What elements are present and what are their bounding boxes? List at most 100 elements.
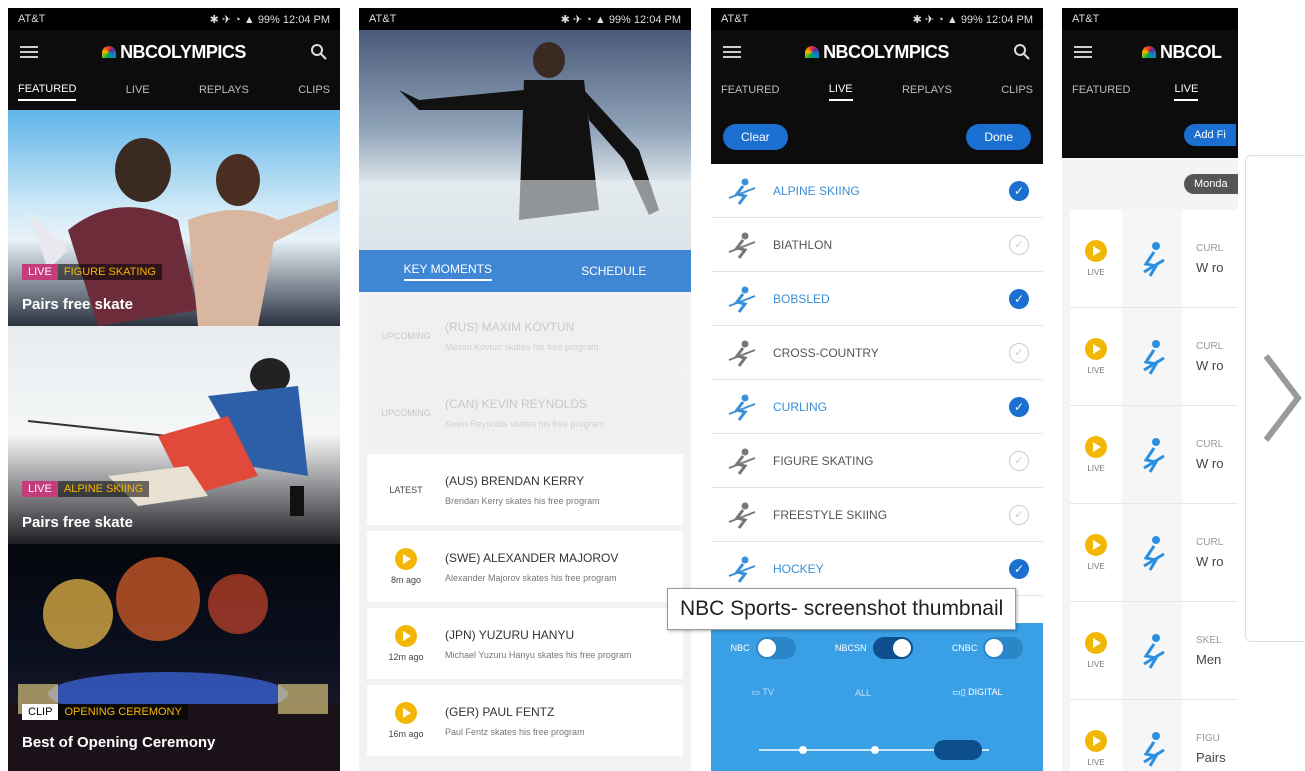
moment-row[interactable]: 12m ago (JPN) YUZURU HANYU Michael Yuzuru … bbox=[367, 608, 683, 679]
search-icon[interactable] bbox=[310, 43, 328, 61]
schedule-row[interactable]: LIVE CURL W ro bbox=[1070, 406, 1238, 504]
tab-key-moments[interactable]: KEY MOMENTS bbox=[403, 262, 492, 281]
schedule-row[interactable]: LIVE CURL W ro bbox=[1070, 504, 1238, 602]
day-chip[interactable]: Monda bbox=[1184, 174, 1238, 194]
event-badge: OPENING CEREMONY bbox=[58, 704, 188, 720]
play-icon[interactable] bbox=[1085, 730, 1107, 752]
app-logo: NBCOLYMPICS bbox=[805, 42, 949, 63]
moment-athlete: (JPN) YUZURU HANYU bbox=[445, 627, 575, 642]
tab-schedule[interactable]: SCHEDULE bbox=[581, 264, 646, 278]
nbcsn-toggle[interactable] bbox=[872, 637, 913, 659]
device-slider[interactable] bbox=[759, 740, 989, 760]
figure-skaters-photo bbox=[28, 138, 338, 326]
play-icon[interactable] bbox=[1085, 338, 1107, 360]
sport-name: CROSS-COUNTRY bbox=[773, 345, 879, 360]
done-button[interactable]: Done bbox=[966, 124, 1031, 150]
sport-filter-row[interactable]: FIGURE SKATING ✓ bbox=[711, 434, 1043, 488]
live-label: LIVE bbox=[1087, 562, 1105, 571]
unchecked-icon[interactable]: ✓ bbox=[1009, 342, 1029, 363]
schedule-row[interactable]: LIVE CURL W ro bbox=[1070, 210, 1238, 308]
digital-device-option[interactable]: ▭▯ DIGITAL bbox=[952, 687, 1002, 698]
tab-live[interactable]: LIVE bbox=[828, 83, 853, 101]
search-icon[interactable] bbox=[1013, 43, 1031, 61]
play-icon[interactable] bbox=[1085, 632, 1107, 654]
sport-name: BOBSLED bbox=[773, 291, 830, 306]
tab-live[interactable]: LIVE bbox=[1174, 83, 1199, 101]
checked-icon[interactable]: ✓ bbox=[1009, 558, 1029, 579]
play-icon[interactable] bbox=[1085, 240, 1107, 262]
moment-row[interactable]: UPCOMING (RUS) MAXIM KOVTUN Maxim Kovtun s… bbox=[367, 300, 683, 371]
tab-clips[interactable]: CLIPS bbox=[298, 84, 330, 100]
play-icon[interactable] bbox=[395, 702, 417, 724]
tab-clips[interactable]: CLIPS bbox=[1001, 84, 1033, 100]
menu-icon[interactable] bbox=[20, 46, 38, 58]
schedule-row[interactable]: LIVE CURL W ro bbox=[1070, 308, 1238, 406]
featured-card[interactable]: LIVE ALPINE SKIING Pairs free skate bbox=[8, 326, 340, 544]
moment-status: UPCOMING bbox=[367, 408, 445, 418]
sport-filter-row[interactable]: BIATHLON ✓ bbox=[711, 218, 1043, 272]
featured-card[interactable]: LIVE FIGURE SKATING Pairs free skate bbox=[8, 110, 340, 326]
carousel-next-panel[interactable] bbox=[1245, 155, 1305, 642]
schedule-row[interactable]: LIVE FIGU Pairs bbox=[1070, 700, 1238, 771]
xc-icon bbox=[728, 340, 756, 367]
moment-description: Kevin Reynolds skates his free program bbox=[445, 418, 605, 429]
status-bar: AT&T bbox=[1062, 8, 1238, 30]
schedule-row[interactable]: LIVE SKEL Men bbox=[1070, 602, 1238, 700]
tab-featured[interactable]: FEATURED bbox=[721, 84, 779, 100]
checked-icon[interactable]: ✓ bbox=[1009, 288, 1029, 309]
moment-row[interactable]: LATEST (AUS) BRENDAN KERRY Brendan Kerry s… bbox=[367, 454, 683, 525]
status-bar: AT&T ✱ ✈ ◔ ▲ 99% 12:04 PM bbox=[359, 8, 691, 30]
video-player[interactable] bbox=[359, 30, 691, 250]
hockey-icon bbox=[728, 556, 756, 583]
tv-device-option[interactable]: ▭ TV bbox=[752, 687, 774, 698]
carrier-label: AT&T bbox=[1072, 13, 1100, 25]
nbc-toggle[interactable] bbox=[755, 637, 796, 659]
featured-card[interactable]: CLIP OPENING CEREMONY Best of Opening Ce… bbox=[8, 544, 340, 771]
unchecked-icon[interactable]: ✓ bbox=[1009, 234, 1029, 255]
play-icon[interactable] bbox=[395, 625, 417, 647]
peacock-icon bbox=[102, 46, 117, 58]
moment-row[interactable]: 8m ago (SWE) ALEXANDER MAJOROV Alexander M… bbox=[367, 531, 683, 602]
sport-filter-row[interactable]: BOBSLED ✓ bbox=[711, 272, 1043, 326]
device-label: TV bbox=[762, 687, 774, 697]
main-tabs: FEATURED LIVE REPLAYS CLIPS bbox=[711, 74, 1043, 110]
moment-description: Michael Yuzuru Hanyu skates his free pro… bbox=[445, 649, 632, 660]
unchecked-icon[interactable]: ✓ bbox=[1009, 450, 1029, 471]
sport-filter-row[interactable]: CROSS-COUNTRY ✓ bbox=[711, 326, 1043, 380]
tab-replays[interactable]: REPLAYS bbox=[902, 84, 952, 100]
play-icon[interactable] bbox=[1085, 436, 1107, 458]
bobsled-icon bbox=[728, 286, 756, 313]
add-filter-button[interactable]: Add Fi bbox=[1184, 124, 1236, 146]
menu-icon[interactable] bbox=[723, 46, 741, 58]
unchecked-icon[interactable]: ✓ bbox=[1009, 504, 1029, 525]
all-device-option[interactable]: ALL bbox=[855, 688, 871, 698]
menu-icon[interactable] bbox=[1074, 46, 1092, 58]
moment-status: UPCOMING bbox=[367, 331, 445, 341]
cnbc-toggle[interactable] bbox=[983, 637, 1024, 659]
tab-replays[interactable]: REPLAYS bbox=[199, 84, 249, 100]
status-label: UPCOMING bbox=[381, 330, 431, 341]
sport-filter-row[interactable]: CURLING ✓ bbox=[711, 380, 1043, 434]
sport-filter-row[interactable]: ALPINE SKIING ✓ bbox=[711, 164, 1043, 218]
play-icon[interactable] bbox=[1085, 534, 1107, 556]
moment-row[interactable]: UPCOMING (CAN) KEVIN REYNOLDS Kevin Reynol… bbox=[367, 377, 683, 448]
peacock-icon bbox=[1142, 46, 1156, 58]
status-icons: ✱ ✈ ◔ ▲ 99% bbox=[912, 13, 983, 26]
moments-list: UPCOMING (RUS) MAXIM KOVTUN Maxim Kovtun s… bbox=[359, 292, 691, 756]
checked-icon[interactable]: ✓ bbox=[1009, 180, 1029, 201]
curling-icon bbox=[728, 394, 756, 421]
tab-featured[interactable]: FEATURED bbox=[18, 83, 77, 101]
clear-button[interactable]: Clear bbox=[723, 124, 788, 150]
sport-filter-row[interactable]: FREESTYLE SKIING ✓ bbox=[711, 488, 1043, 542]
sport-badge: FIGURE SKATING bbox=[57, 264, 162, 280]
sport-name: BIATHLON bbox=[773, 237, 833, 252]
app-logo: NBCOLYMPICS bbox=[102, 42, 246, 63]
live-badge: LIVE bbox=[22, 481, 58, 497]
tab-live[interactable]: LIVE bbox=[126, 84, 150, 100]
moment-row[interactable]: 16m ago (GER) PAUL FENTZ Paul Fentz skates… bbox=[367, 685, 683, 756]
tab-featured[interactable]: FEATURED bbox=[1072, 84, 1130, 100]
play-icon[interactable] bbox=[395, 548, 417, 570]
sport-icon bbox=[1122, 700, 1182, 771]
checked-icon[interactable]: ✓ bbox=[1009, 396, 1029, 417]
moment-status: LATEST bbox=[367, 485, 445, 495]
